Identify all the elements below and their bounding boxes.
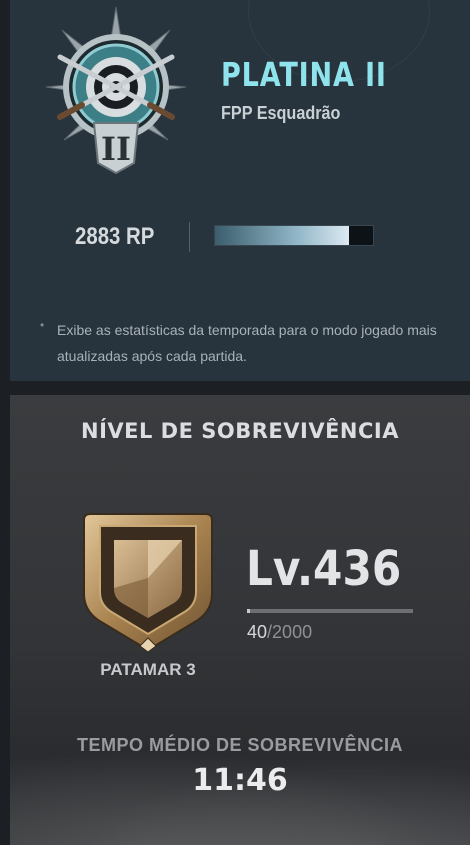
- bullet-icon: •: [40, 318, 45, 332]
- xp-readout: 40/2000: [247, 622, 312, 643]
- rp-progress-bar: [214, 225, 374, 246]
- tier-label: PATAMAR 3: [100, 660, 196, 679]
- rp-progress-fill: [215, 226, 350, 245]
- average-survival-time-label: TEMPO MÉDIO DE SOBREVIVÊNCIA: [76, 735, 404, 755]
- platinum-rank-badge-icon: II: [45, 6, 187, 175]
- rank-panel: II PLATINA II FPP Esquadrão 2883 RP • Ex…: [10, 0, 470, 381]
- survival-level-title: NÍVEL DE SOBREVIVÊNCIA: [81, 419, 399, 443]
- badge-numeral: II: [101, 130, 131, 168]
- xp-max: 2000: [272, 622, 313, 642]
- survival-level: Lv.436: [246, 541, 402, 597]
- season-stats-note: Exibe as estatísticas da temporada para …: [57, 322, 437, 364]
- average-survival-time-value: 11:46: [192, 763, 288, 798]
- rank-title: PLATINA II: [221, 55, 387, 94]
- xp-progress-fill: [247, 609, 251, 613]
- survival-panel: NÍVEL DE SOBREVIVÊNCIA PATAMAR 3 Lv.436 …: [10, 395, 470, 845]
- game-mode-label: FPP Esquadrão: [221, 103, 341, 123]
- xp-progress-bar: [247, 609, 413, 613]
- rank-points: 2883 RP: [75, 223, 155, 250]
- xp-current: 40: [247, 622, 268, 642]
- survival-tier-shield-icon: [83, 513, 213, 652]
- divider: [189, 222, 190, 252]
